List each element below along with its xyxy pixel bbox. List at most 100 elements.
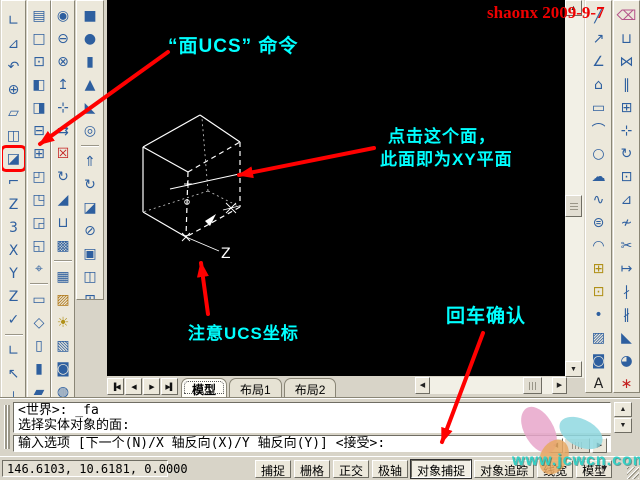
back-view-icon[interactable]: ⊞ [29,142,50,165]
top-view-icon[interactable]: □ [29,27,50,50]
wireframe-2d-icon[interactable]: ▭ [29,288,50,311]
command-scroll-right-button[interactable]: ▶ [592,438,607,453]
lights-icon[interactable]: ☀ [53,311,74,334]
polygon-icon[interactable]: ⌂ [588,73,609,96]
chamfer-icon[interactable]: ◣ [616,326,637,349]
face-ucs-icon[interactable]: ◪ [2,145,25,172]
hide-icon[interactable]: ▦ [53,265,74,288]
insert-block-icon[interactable]: ⊞ [588,257,609,280]
torus-icon[interactable]: ◎ [80,119,101,142]
named-ucs-icon[interactable]: ⊿ [3,32,24,55]
erase-icon[interactable]: ⌫ [616,4,637,27]
vertical-scroll-thumb[interactable] [565,195,582,217]
fillet-icon[interactable]: ◕ [616,349,637,372]
setup-drawing-icon[interactable]: ◫ [80,265,101,288]
coordinate-readout[interactable]: 146.6103, 10.6181, 0.0000 [2,460,188,477]
osnap-button[interactable]: 对象捕捉 [411,460,472,478]
orthographic-ucs-icon[interactable]: ◫ [3,124,24,147]
explode-icon[interactable]: ∗ [616,372,637,392]
tab-nav-button-0[interactable]: ▐◀ [107,378,124,395]
ne-isometric-view-icon[interactable]: ◲ [29,211,50,234]
front-view-icon[interactable]: ⊟ [29,119,50,142]
apply-ucs-icon[interactable]: ✓ [3,308,24,331]
canvas-vertical-scrollbar[interactable]: ▲ ▼ [565,0,584,378]
flat-shaded-icon[interactable]: ▮ [29,357,50,380]
tab-nav-button-3[interactable]: ▶▌ [161,378,178,395]
union-icon[interactable]: ◉ [53,4,74,27]
color-faces-icon[interactable]: ▩ [53,234,74,257]
offset-icon[interactable]: ∥ [616,73,637,96]
drawing-canvas[interactable]: Z “面UCS” 命令 点击这个面， 此面即为XY平面 注意UCS坐标 回车确认 [107,0,565,376]
section-icon[interactable]: ⊘ [80,219,101,242]
bottom-view-icon[interactable]: ⊡ [29,50,50,73]
command-history[interactable]: <世界>: _fa 选择实体对象的面: [13,402,611,433]
command-input[interactable]: 输入选项 [下一个(N)/X 轴反向(X)/Y 轴反向(Y)] <接受>: [13,435,611,452]
region-icon[interactable]: ◙ [588,349,609,372]
hidden-shade-icon[interactable]: ▯ [29,334,50,357]
origin-ucs-icon[interactable]: ⌐ [3,170,24,193]
scroll-left-button[interactable]: ◀ [415,377,430,394]
intersect-icon[interactable]: ⊗ [53,50,74,73]
construction-line-icon[interactable]: ↗ [588,27,609,50]
command-scroll-down-button[interactable]: ▼ [614,418,632,433]
right-view-icon[interactable]: ◨ [29,96,50,119]
cylinder-icon[interactable]: ▮ [80,50,101,73]
rectangle-icon[interactable]: ▭ [588,96,609,119]
taper-faces-icon[interactable]: ◢ [53,188,74,211]
spline-icon[interactable]: ∿ [588,188,609,211]
ucs-previous-icon[interactable]: ↶ [3,55,24,78]
revision-cloud-icon[interactable]: ☁ [588,165,609,188]
window-resize-grip[interactable] [627,467,639,479]
extrude-faces-icon[interactable]: ↥ [53,73,74,96]
command-scroll-left-button[interactable]: ◀ [548,438,563,453]
z-axis-rotate-ucs-icon[interactable]: Z [3,285,24,308]
ellipse-arc-icon[interactable]: ◠ [588,234,609,257]
scale-icon[interactable]: ⊡ [616,165,637,188]
rotate-icon[interactable]: ↻ [616,142,637,165]
extrude-icon[interactable]: ⇑ [80,150,101,173]
point-icon[interactable]: • [588,303,609,326]
array-icon[interactable]: ⊞ [616,96,637,119]
move-faces-icon[interactable]: ⊹ [53,96,74,119]
copy-faces-icon[interactable]: ⊔ [53,211,74,234]
ellipse-icon[interactable]: ⊜ [588,211,609,234]
scroll-right-button[interactable]: ▶ [552,377,567,394]
command-scroll-thumb[interactable] [564,438,590,453]
ortho-button[interactable]: 正交 [333,460,370,478]
break-icon[interactable]: ∦ [616,303,637,326]
grid-button[interactable]: 栅格 [294,460,331,478]
selected-face[interactable] [185,141,241,238]
render-icon[interactable]: ▨ [53,288,74,311]
box-icon[interactable]: ■ [80,4,101,27]
cone-icon[interactable]: ▲ [80,73,101,96]
hatch-icon[interactable]: ▨ [588,326,609,349]
circle-icon[interactable]: ○ [588,142,609,165]
move-icon[interactable]: ⊹ [616,119,637,142]
polar-button[interactable]: 极轴 [372,460,409,478]
layout1-tab[interactable]: 布局1 [229,378,282,397]
move-ucs-origin-icon[interactable]: ↖ [3,362,24,385]
delete-faces-icon[interactable]: ☒ [53,142,74,165]
se-isometric-view-icon[interactable]: ◳ [29,188,50,211]
tab-nav-button-1[interactable]: ◀ [125,378,142,395]
setup-view-icon[interactable]: ⊞ [80,288,101,300]
lengthen-icon[interactable]: ≁ [616,211,637,234]
extend-icon[interactable]: ↦ [616,257,637,280]
scroll-down-button[interactable]: ▼ [565,361,582,377]
interference-icon[interactable]: ▣ [80,242,101,265]
object-ucs-icon[interactable]: ▱ [3,101,24,124]
z-axis-vector-ucs-icon[interactable]: Z [3,193,24,216]
arc-icon[interactable]: ⌒ [588,119,609,142]
sw-isometric-view-icon[interactable]: ◰ [29,165,50,188]
tab-nav-button-2[interactable]: ▶ [143,378,160,395]
rotate-faces-icon[interactable]: ↻ [53,165,74,188]
materials-icon[interactable]: ▧ [53,334,74,357]
lwt-button[interactable]: 线宽 [537,460,574,478]
ucs-dialog-icon[interactable]: ∟ [3,339,24,362]
wireframe-3d-icon[interactable]: ◇ [29,311,50,334]
stretch-icon[interactable]: ⊿ [616,188,637,211]
nw-isometric-view-icon[interactable]: ◱ [29,234,50,257]
make-block-icon[interactable]: ⊡ [588,280,609,303]
polyline-icon[interactable]: ∠ [588,50,609,73]
camera-icon[interactable]: ⌖ [29,257,50,280]
